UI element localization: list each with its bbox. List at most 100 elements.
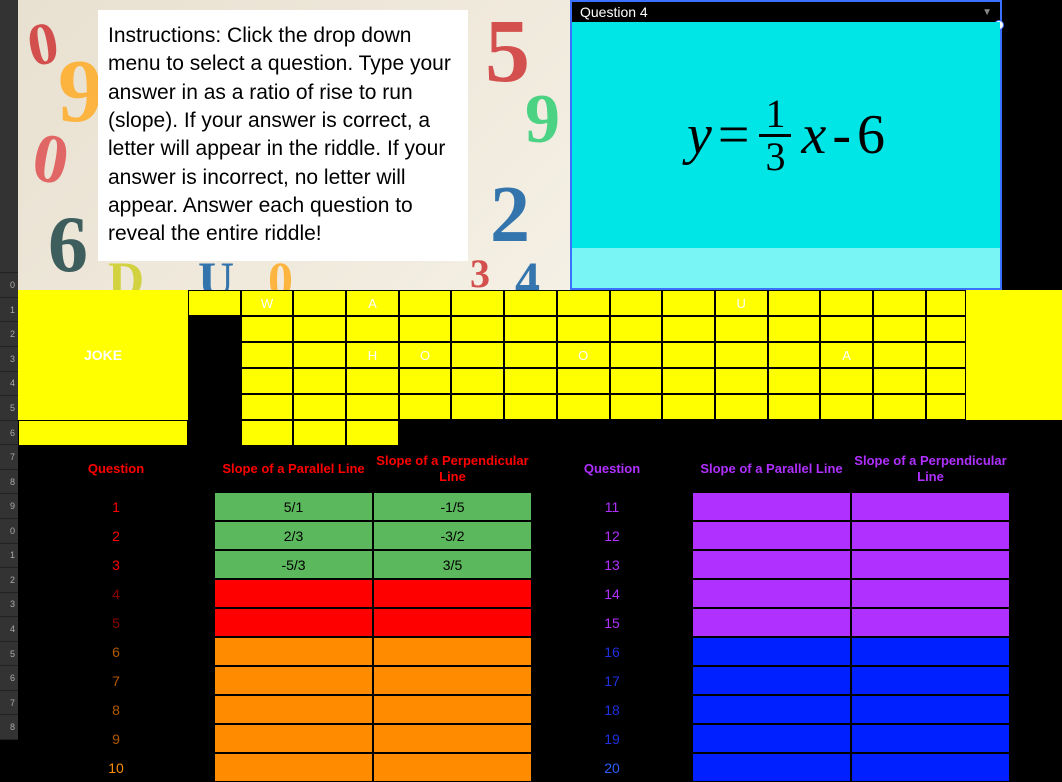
table-row: 3-5/33/513 [18, 550, 1062, 579]
joke-cell [873, 394, 926, 420]
parallel-input-left[interactable] [214, 666, 373, 695]
perpendicular-input-right[interactable] [851, 492, 1010, 521]
main-area: 0 9 6 0 D 5 9 2 3 4 3 U 0 Instructions: … [18, 0, 1062, 740]
row-headers: 0123456789012345678 [0, 0, 18, 740]
perpendicular-input-left[interactable] [373, 695, 532, 724]
eq-denominator: 3 [759, 137, 791, 177]
joke-cell [293, 342, 346, 368]
joke-cell [873, 290, 926, 316]
joke-cell [715, 316, 768, 342]
row-spacer [1010, 608, 1062, 637]
row-spacer [1010, 579, 1062, 608]
joke-cell [768, 290, 821, 316]
table-row: 818 [18, 695, 1062, 724]
hdr-question-left: Question [18, 446, 214, 492]
eq-op: - [832, 103, 851, 167]
joke-cell [610, 368, 663, 394]
joke-end-black [188, 316, 241, 446]
perpendicular-input-right[interactable] [851, 550, 1010, 579]
perpendicular-input-right[interactable] [851, 724, 1010, 753]
question-number-left: 5 [18, 608, 214, 637]
joke-cell [451, 316, 504, 342]
instructions-text: Instructions: Click the drop down menu t… [98, 10, 468, 261]
parallel-input-right[interactable] [692, 521, 851, 550]
joke-cell [293, 420, 346, 446]
perpendicular-input-left[interactable]: -3/2 [373, 521, 532, 550]
joke-cell [926, 394, 966, 420]
joke-cell [504, 316, 557, 342]
parallel-input-right[interactable] [692, 753, 851, 782]
perpendicular-input-left[interactable] [373, 724, 532, 753]
parallel-input-right[interactable] [692, 579, 851, 608]
perpendicular-input-right[interactable] [851, 666, 1010, 695]
joke-cell: U [715, 290, 768, 316]
question-number-left: 3 [18, 550, 214, 579]
perpendicular-input-left[interactable] [373, 753, 532, 782]
joke-cell [293, 368, 346, 394]
joke-cell [504, 368, 557, 394]
perpendicular-input-left[interactable] [373, 666, 532, 695]
joke-cell [715, 342, 768, 368]
perpendicular-input-left[interactable]: 3/5 [373, 550, 532, 579]
parallel-input-right[interactable] [692, 637, 851, 666]
parallel-input-left[interactable]: 5/1 [214, 492, 373, 521]
perpendicular-input-left[interactable] [373, 637, 532, 666]
parallel-input-left[interactable]: 2/3 [214, 521, 373, 550]
instructions-panel: 0 9 6 0 D 5 9 2 3 4 3 U 0 Instructions: … [18, 0, 570, 290]
eq-numerator: 1 [759, 94, 791, 137]
eq-fraction: 1 3 [759, 94, 791, 177]
row-spacer [1010, 521, 1062, 550]
table-row: 616 [18, 637, 1062, 666]
table-row: 717 [18, 666, 1062, 695]
joke-cell [926, 342, 966, 368]
joke-cell [820, 394, 873, 420]
joke-cell [557, 290, 610, 316]
perpendicular-input-right[interactable] [851, 579, 1010, 608]
joke-cell [557, 368, 610, 394]
perpendicular-input-right[interactable] [851, 695, 1010, 724]
perpendicular-input-right[interactable] [851, 521, 1010, 550]
joke-cell [873, 368, 926, 394]
question-number-right: 13 [532, 550, 692, 579]
question-number-left: 10 [18, 753, 214, 782]
perpendicular-input-left[interactable] [373, 608, 532, 637]
parallel-input-left[interactable] [214, 579, 373, 608]
perpendicular-input-left[interactable] [373, 579, 532, 608]
parallel-input-left[interactable]: -5/3 [214, 550, 373, 579]
joke-cell [662, 394, 715, 420]
question-panel: Question 4 ▼ y = 1 3 x - 6 [570, 0, 1002, 290]
joke-cell [399, 394, 452, 420]
question-number-right: 19 [532, 724, 692, 753]
question-number-right: 11 [532, 492, 692, 521]
parallel-input-right[interactable] [692, 695, 851, 724]
perpendicular-input-right[interactable] [851, 753, 1010, 782]
joke-cell [873, 316, 926, 342]
joke-cell [504, 394, 557, 420]
question-number-left: 1 [18, 492, 214, 521]
parallel-input-right[interactable] [692, 550, 851, 579]
perpendicular-input-left[interactable]: -1/5 [373, 492, 532, 521]
parallel-input-left[interactable] [214, 695, 373, 724]
table-row: 414 [18, 579, 1062, 608]
joke-cell [241, 394, 294, 420]
perpendicular-input-right[interactable] [851, 608, 1010, 637]
parallel-input-right[interactable] [692, 492, 851, 521]
joke-cell [18, 420, 188, 446]
question-dropdown[interactable]: Question 4 ▼ [572, 2, 1000, 22]
perpendicular-input-right[interactable] [851, 637, 1010, 666]
joke-cell [926, 290, 966, 316]
parallel-input-left[interactable] [214, 608, 373, 637]
joke-cell: A [820, 342, 873, 368]
dropdown-selected: Question 4 [580, 4, 648, 20]
question-number-right: 14 [532, 579, 692, 608]
parallel-input-left[interactable] [214, 753, 373, 782]
parallel-input-left[interactable] [214, 724, 373, 753]
parallel-input-right[interactable] [692, 666, 851, 695]
parallel-input-right[interactable] [692, 608, 851, 637]
question-number-right: 15 [532, 608, 692, 637]
parallel-input-right[interactable] [692, 724, 851, 753]
parallel-input-left[interactable] [214, 637, 373, 666]
row-spacer [1010, 724, 1062, 753]
table-row: 22/3-3/212 [18, 521, 1062, 550]
joke-cell [820, 316, 873, 342]
